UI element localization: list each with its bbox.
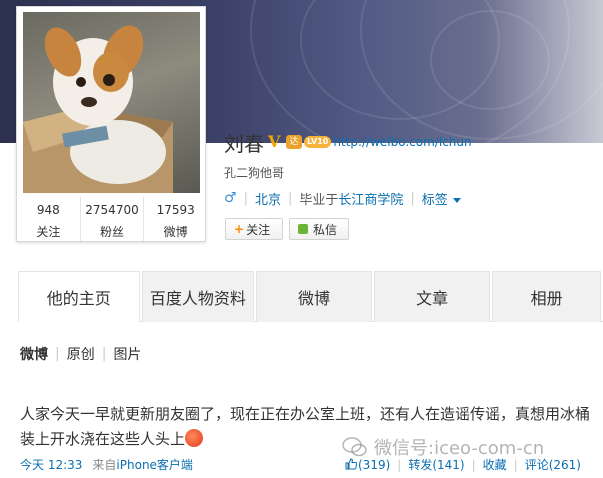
thumbs-up-icon — [345, 457, 357, 469]
angry-emoji-icon — [185, 428, 204, 447]
divider: | — [243, 190, 248, 206]
vip-level-badge[interactable]: LV10 — [304, 136, 332, 148]
stat-label: 粉丝 — [100, 225, 125, 239]
stat-value: 2754700 — [85, 203, 139, 217]
comment-button[interactable]: 评论(261) — [525, 456, 581, 473]
stat-label: 关注 — [36, 225, 61, 239]
repost-button[interactable]: 转发(141) — [408, 456, 464, 473]
post-source-link[interactable]: iPhone客户端 — [116, 458, 193, 472]
filter-images[interactable]: 图片 — [113, 344, 141, 364]
education-prefix: 毕业于 — [299, 192, 339, 208]
wechat-icon — [342, 437, 367, 457]
filter-all[interactable]: 微博 — [20, 344, 48, 364]
profile-name-row: 刘春 V 达 LV10 http://weibo.com/lchun — [224, 128, 472, 156]
post-source-prefix: 来自 — [92, 458, 117, 472]
stat-posts[interactable]: 17593 微博 — [144, 197, 207, 241]
profile-stats: 948 关注 2754700 粉丝 17593 微博 — [17, 197, 207, 241]
like-button[interactable]: (319) — [345, 458, 390, 472]
profile-bio: 孔二狗他哥 — [224, 166, 285, 180]
post-meta: 今天 12:33 来自iPhone客户端 — [20, 456, 193, 473]
message-button[interactable]: 私信 — [289, 218, 349, 240]
divider: | — [397, 457, 402, 472]
homepage-link[interactable]: http://weibo.com/lchun — [333, 135, 471, 149]
profile-info-row: ♂ | 北京 | 毕业于 长江商学院 | 标签 — [224, 189, 461, 208]
stat-following[interactable]: 948 关注 — [17, 197, 81, 241]
divider: | — [513, 457, 518, 472]
post-filter-tabs: 微博 | 原创 | 图片 — [20, 344, 141, 364]
divider: | — [471, 457, 476, 472]
divider: | — [101, 346, 107, 362]
avatar-card: 948 关注 2754700 粉丝 17593 微博 — [16, 6, 206, 242]
filter-original[interactable]: 原创 — [67, 344, 95, 364]
post-time[interactable]: 今天 12:33 — [20, 456, 82, 473]
follow-button[interactable]: + 关注 — [225, 218, 283, 240]
divider: | — [410, 190, 415, 206]
stat-value: 17593 — [156, 203, 195, 217]
tab-home[interactable]: 他的主页 — [18, 271, 140, 322]
tab-articles[interactable]: 文章 — [373, 271, 491, 322]
tab-baidu-profile[interactable]: 百度人物资料 — [141, 271, 255, 322]
message-icon — [298, 224, 308, 234]
stat-label: 微博 — [163, 225, 188, 239]
location-link[interactable]: 北京 — [255, 189, 281, 208]
avatar-image — [23, 25, 173, 193]
message-label: 私信 — [313, 222, 338, 237]
follow-label: 关注 — [246, 222, 271, 237]
tags-label: 标签 — [421, 192, 448, 208]
plus-icon: + — [234, 222, 245, 236]
profile-tabs: 他的主页 百度人物资料 微博 文章 相册 — [18, 271, 603, 322]
verified-icon[interactable]: V — [268, 134, 284, 150]
stat-followers[interactable]: 2754700 粉丝 — [81, 197, 145, 241]
divider: | — [55, 346, 60, 362]
favorite-button[interactable]: 收藏 — [483, 456, 507, 473]
post-actions: (319) | 转发(141) | 收藏 | 评论(261) — [345, 456, 581, 473]
male-icon: ♂ — [224, 190, 237, 206]
tags-dropdown[interactable]: 标签 — [422, 189, 461, 208]
stat-value: 948 — [36, 203, 60, 217]
avatar[interactable] — [23, 12, 200, 193]
tab-albums[interactable]: 相册 — [492, 271, 601, 322]
like-count: (319) — [358, 457, 391, 472]
school-link[interactable]: 长江商学院 — [338, 189, 403, 208]
tab-weibo[interactable]: 微博 — [256, 271, 372, 322]
profile-name: 刘春 — [224, 131, 264, 156]
post-source: 来自iPhone客户端 — [92, 456, 193, 473]
divider: | — [287, 190, 293, 206]
chevron-down-icon — [452, 197, 461, 203]
badge-icon[interactable]: 达 — [286, 135, 302, 149]
